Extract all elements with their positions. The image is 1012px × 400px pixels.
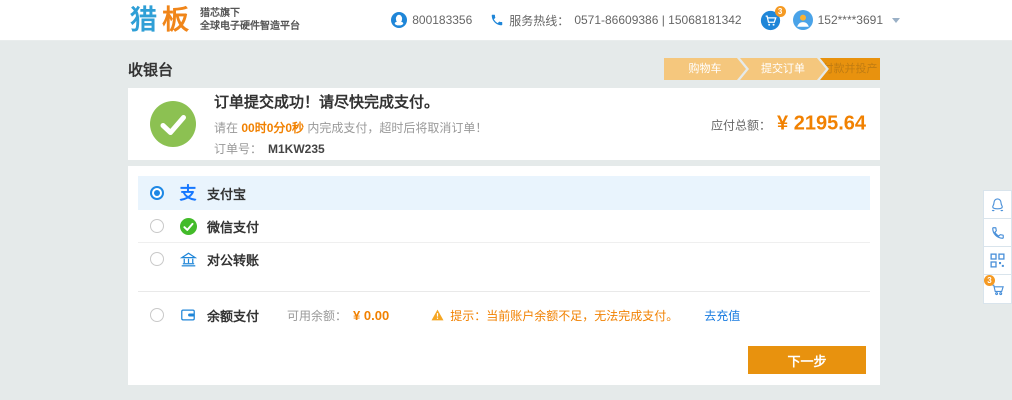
payable-amount: ¥ 2195.64: [777, 113, 866, 136]
top-header: 猎板 猎芯旗下 全球电子硬件智造平台 800183356 服务热线： 0571-…: [0, 0, 1012, 41]
site-logo[interactable]: 猎板 猎芯旗下 全球电子硬件智造平台: [130, 7, 300, 34]
order-success-panel: 订单提交成功！请尽快完成支付。 请在 00时0分0秒 内完成支付，超时后将取消订…: [128, 88, 880, 160]
hotline-numbers: 0571-86609386 | 15068181342: [574, 13, 741, 27]
alipay-label: 支付宝: [207, 184, 246, 203]
bank-transfer-radio[interactable]: [150, 252, 164, 266]
balance-radio[interactable]: [150, 308, 164, 322]
logo-tagline: 猎芯旗下 全球电子硬件智造平台: [200, 7, 300, 33]
payable-label: 应付总额：: [711, 117, 771, 134]
balance-label: 余额支付: [207, 306, 259, 325]
next-step-button[interactable]: 下一步: [748, 346, 866, 374]
payment-option-wechat[interactable]: 微信支付: [138, 210, 870, 242]
payment-option-bank-transfer[interactable]: 对公转账: [138, 243, 870, 275]
phone-icon: [490, 13, 504, 27]
divider: [138, 291, 870, 292]
payment-option-balance[interactable]: 余额支付 可用余额： ¥ 0.00 提示：当前账户余额不足，无法完成支付。 去充…: [138, 300, 870, 330]
user-phone: 152****3691: [818, 13, 883, 27]
payment-option-alipay[interactable]: 支 支付宝: [138, 176, 870, 210]
warning-icon: [431, 309, 444, 321]
order-number-line: 订单号： M1KW235: [214, 140, 487, 157]
deadline-prefix: 请在: [214, 121, 241, 135]
order-number-label: 订单号：: [214, 142, 262, 156]
avatar: [793, 10, 813, 30]
wechat-label: 微信支付: [207, 217, 259, 236]
warning-text: 提示：当前账户余额不足，无法完成支付。: [450, 307, 678, 324]
logo-text-blue: 猎: [130, 5, 162, 35]
tagline-line2: 全球电子硬件智造平台: [200, 20, 300, 33]
bank-icon: [178, 251, 198, 268]
floating-toolbar: 3: [983, 190, 1012, 304]
payable-total: 应付总额： ¥ 2195.64: [711, 113, 866, 136]
cart-badge: 3: [775, 6, 786, 17]
balance-warning: 提示：当前账户余额不足，无法完成支付。: [431, 307, 678, 324]
toolbar-cart-badge: 3: [984, 275, 995, 286]
step-cart[interactable]: 购物车: [664, 58, 746, 80]
success-check-icon: [150, 101, 196, 147]
step-pay-produce: 付款并投产: [820, 58, 880, 80]
alipay-icon: 支: [178, 185, 198, 202]
chevron-down-icon: [892, 18, 900, 23]
toolbar-qrcode-button[interactable]: [984, 247, 1011, 275]
available-balance-amount: ¥ 0.00: [353, 308, 389, 323]
tagline-line1: 猎芯旗下: [200, 7, 300, 20]
bank-transfer-label: 对公转账: [207, 250, 259, 269]
phone-outline-icon: [991, 226, 1005, 240]
user-menu[interactable]: 152****3691: [793, 10, 900, 30]
wechat-radio[interactable]: [150, 219, 164, 233]
available-balance-label: 可用余额：: [287, 307, 347, 324]
payment-methods-panel: 猎 板 支 支付宝 微信支付 对公转账: [128, 166, 880, 385]
qq-contact[interactable]: 800183356: [391, 12, 472, 28]
order-number-value: M1KW235: [268, 142, 325, 156]
qq-outline-icon: [990, 197, 1005, 213]
qq-number: 800183356: [412, 13, 472, 27]
header-cart-button[interactable]: 3: [760, 10, 781, 31]
toolbar-qq-button[interactable]: [984, 191, 1011, 219]
alipay-radio[interactable]: [150, 186, 164, 200]
recharge-link[interactable]: 去充值: [704, 307, 740, 324]
qq-icon: [391, 12, 407, 28]
step-submit-order[interactable]: 提交订单: [740, 58, 826, 80]
qrcode-icon: [990, 253, 1005, 268]
wallet-icon: [178, 307, 198, 323]
toolbar-phone-button[interactable]: [984, 219, 1011, 247]
checkout-steps: 购物车 提交订单 付款并投产: [664, 58, 880, 80]
deadline-line: 请在 00时0分0秒 内完成支付，超时后将取消订单！: [214, 119, 487, 136]
hotline: 服务热线： 0571-86609386 | 15068181342: [490, 12, 741, 29]
logo-text-orange: 板: [162, 5, 194, 35]
toolbar-cart-button[interactable]: 3: [984, 275, 1011, 303]
wechat-pay-icon: [178, 218, 198, 235]
page-title: 收银台: [128, 59, 173, 80]
hotline-label: 服务热线：: [509, 12, 569, 29]
deadline-suffix: 内完成支付，超时后将取消订单！: [304, 121, 487, 135]
success-title: 订单提交成功！请尽快完成支付。: [214, 91, 487, 112]
countdown-timer: 00时0分0秒: [241, 121, 304, 135]
